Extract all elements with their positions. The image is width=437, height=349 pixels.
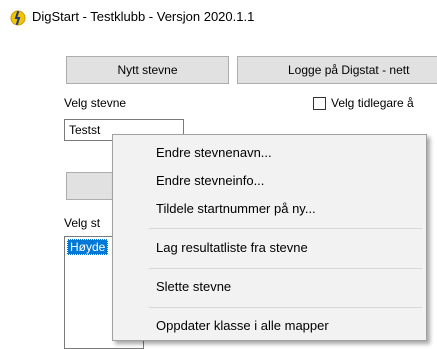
select-meet-label: Velg stevne — [64, 96, 127, 110]
login-digstat-button[interactable]: Logge på Digstat - nett — [237, 56, 437, 84]
select-list-label: Velg st — [64, 216, 101, 230]
title-bar: DigStart - Testklubb - Versjon 2020.1.1 — [0, 0, 437, 40]
context-menu: Endre stevnenavn... Endre stevneinfo... … — [112, 134, 427, 341]
new-meet-button[interactable]: Nytt stevne — [66, 56, 229, 84]
menu-item-update-class-folders[interactable]: Oppdater klasse i alle mapper — [156, 316, 329, 336]
menu-item-create-result-list[interactable]: Lag resultatliste fra stevne — [156, 238, 308, 258]
earlier-checkbox-label: Velg tidlegare å — [331, 96, 414, 110]
app-logo-icon — [10, 10, 26, 26]
meet-combo-value: Testst — [69, 123, 101, 137]
menu-item-rename-meet[interactable]: Endre stevnenavn... — [156, 143, 272, 163]
menu-item-edit-meet-info[interactable]: Endre stevneinfo... — [156, 171, 264, 191]
menu-item-delete-meet[interactable]: Slette stevne — [156, 277, 231, 297]
earlier-checkbox[interactable] — [313, 97, 326, 110]
list-item-selected[interactable]: Høyde — [67, 239, 109, 255]
menu-item-reassign-start-numbers[interactable]: Tildele startnummer på ny... — [156, 199, 316, 219]
menu-separator — [149, 228, 422, 229]
menu-separator — [149, 307, 422, 308]
window-title: DigStart - Testklubb - Versjon 2020.1.1 — [32, 9, 255, 24]
menu-separator — [149, 268, 422, 269]
